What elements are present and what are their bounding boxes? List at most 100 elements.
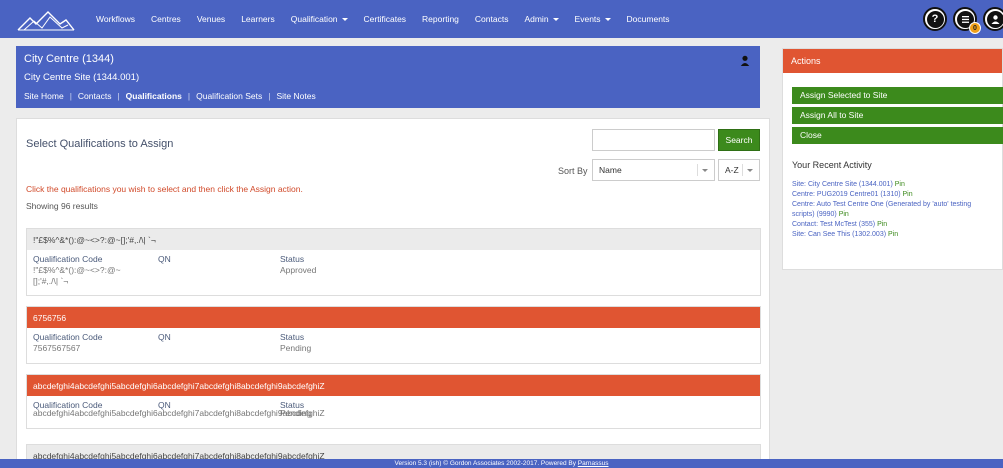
pin-link[interactable]: Pin xyxy=(839,211,849,218)
separator: | xyxy=(187,91,191,101)
sort-by-label: Sort By xyxy=(558,166,588,176)
actions-title: Actions xyxy=(783,49,1002,73)
code-value: 7567567567 xyxy=(33,343,81,353)
nav-label: Admin xyxy=(524,14,549,24)
sort-order-select[interactable]: A-Z xyxy=(718,159,760,181)
nav-label: Workflows xyxy=(96,14,136,24)
panel-title: Select Qualifications to Assign xyxy=(26,138,174,150)
caret-down-icon xyxy=(341,17,348,21)
pin-link[interactable]: Pin xyxy=(903,191,913,198)
link-qualification-sets[interactable]: Qualification Sets xyxy=(196,91,262,101)
pin-link[interactable]: Pin xyxy=(877,221,887,228)
list-lines-icon xyxy=(961,15,969,23)
help-icon[interactable]: ? xyxy=(923,7,947,31)
status-label: Status xyxy=(280,254,305,264)
qualification-name: !"£$%^&*():@~<>?:@~[];'#,./\| `¬ xyxy=(27,229,760,250)
recent-item-text: Contact: Test McTest (355) xyxy=(792,221,876,228)
separator: | xyxy=(69,91,72,101)
nav-label: Events xyxy=(574,14,601,24)
recent-item-text: Centre: PUG2019 Centre01 (1310) xyxy=(792,191,901,198)
qn-label: QN xyxy=(158,254,171,264)
footer-text: Version 5.3 (ish) © Gordon Associates 20… xyxy=(394,460,578,467)
recent-activity-list: Site: City Centre Site (1344.001) Pin Ce… xyxy=(792,180,1003,240)
nav-venues[interactable]: Venues xyxy=(197,14,225,24)
nav-label: Venues xyxy=(196,14,226,24)
nav-certificates[interactable]: Certificates xyxy=(364,14,407,24)
separator: | xyxy=(268,91,271,101)
qualification-name: 6756756 xyxy=(27,307,760,328)
instruction-text: Click the qualifications you wish to sel… xyxy=(26,184,303,194)
recent-item[interactable]: Centre: Auto Test Centre One (Generated … xyxy=(792,200,1003,210)
site-header-panel: City Centre (1344) City Centre Site (134… xyxy=(16,46,760,108)
footer-link[interactable]: Parnassus xyxy=(578,460,609,467)
code-label: Qualification Code xyxy=(33,332,103,342)
caret-down-icon xyxy=(604,17,611,21)
recent-item-text: Centre: Auto Test Centre One (Generated … xyxy=(792,201,972,208)
nav-label: Reporting xyxy=(422,14,459,24)
main-nav: Workflows Centres Venues Learners Qualif… xyxy=(96,0,686,38)
actions-panel: Actions Assign Selected to Site Assign A… xyxy=(782,48,1003,270)
status-label: Status xyxy=(280,332,305,342)
nav-admin[interactable]: Admin xyxy=(524,14,559,24)
pin-link[interactable]: Pin xyxy=(888,231,898,238)
qualification-card[interactable]: !"£$%^&*():@~<>?:@~[];'#,./\| `¬ Qualifi… xyxy=(26,228,761,296)
recent-item-text: Site: City Centre Site (1344.001) xyxy=(792,181,893,188)
user-profile-icon[interactable] xyxy=(983,7,1003,31)
code-value: !"£$%^&*():@~<>?:@~ [];'#,./\| `¬ xyxy=(33,265,121,286)
search-button[interactable]: Search xyxy=(718,129,760,151)
nav-documents[interactable]: Documents xyxy=(627,14,670,24)
recent-item[interactable]: Site: Can See This (1302.003) Pin xyxy=(792,230,1003,240)
nav-label: Certificates xyxy=(363,14,407,24)
qn-label: QN xyxy=(158,332,171,342)
footer: Version 5.3 (ish) © Gordon Associates 20… xyxy=(0,459,1003,468)
nav-centres[interactable]: Centres xyxy=(151,14,181,24)
search-input[interactable] xyxy=(592,129,715,151)
pin-link[interactable]: Pin xyxy=(895,181,905,188)
nav-learners[interactable]: Learners xyxy=(241,14,275,24)
recent-item-text: Site: Can See This (1302.003) xyxy=(792,231,887,238)
contact-person-icon[interactable] xyxy=(740,55,750,66)
caret-down-icon xyxy=(552,17,559,21)
status-value: Pending xyxy=(280,343,312,353)
nav-label: Contacts xyxy=(474,14,509,24)
select-divider xyxy=(742,164,743,176)
link-contacts[interactable]: Contacts xyxy=(78,91,112,101)
nav-qualification[interactable]: Qualification xyxy=(291,14,348,24)
link-site-notes[interactable]: Site Notes xyxy=(276,91,315,101)
top-navbar: Workflows Centres Venues Learners Qualif… xyxy=(0,0,1003,38)
recent-activity-title: Your Recent Activity xyxy=(792,160,872,170)
assign-selected-button[interactable]: Assign Selected to Site xyxy=(792,87,1003,104)
nav-label: Qualification xyxy=(290,14,338,24)
tasks-list-icon[interactable]: 0 xyxy=(953,7,981,34)
user-glyph xyxy=(986,10,1003,28)
sort-order-value: A-Z xyxy=(725,165,739,175)
qualification-card[interactable]: 6756756 Qualification Code QN Status 756… xyxy=(26,306,761,364)
recent-item[interactable]: scripts) (9990) Pin xyxy=(792,210,1003,220)
assign-all-button[interactable]: Assign All to Site xyxy=(792,107,1003,124)
separator: | xyxy=(117,91,120,101)
qualification-card[interactable]: abcdefghi4abcdefghi5abcdefghi6abcdefghi7… xyxy=(26,374,761,429)
close-button[interactable]: Close xyxy=(792,127,1003,144)
recent-item[interactable]: Contact: Test McTest (355) Pin xyxy=(792,220,1003,230)
nav-events[interactable]: Events xyxy=(575,14,611,24)
chevron-down-icon xyxy=(702,169,708,172)
recent-item-text: scripts) (9990) xyxy=(792,211,837,218)
recent-item[interactable]: Centre: PUG2019 Centre01 (1310) Pin xyxy=(792,190,1003,200)
sort-field-value: Name xyxy=(599,165,622,175)
nav-label: Learners xyxy=(241,14,275,24)
code-label: Qualification Code xyxy=(33,254,103,264)
site-subnav: Site Home | Contacts | Qualifications | … xyxy=(24,91,316,101)
nav-reporting[interactable]: Reporting xyxy=(422,14,459,24)
code-value: abcdefghi4abcdefghi5abcdefghi6abcdefghi7… xyxy=(33,408,325,418)
select-divider xyxy=(697,164,698,176)
nav-contacts[interactable]: Contacts xyxy=(475,14,509,24)
nav-label: Centres xyxy=(151,14,181,24)
recent-item[interactable]: Site: City Centre Site (1344.001) Pin xyxy=(792,180,1003,190)
chevron-down-icon xyxy=(747,169,753,172)
sort-field-select[interactable]: Name xyxy=(592,159,715,181)
results-count: Showing 96 results xyxy=(26,201,98,211)
logo-icon[interactable] xyxy=(16,8,76,32)
link-site-home[interactable]: Site Home xyxy=(24,91,64,101)
nav-workflows[interactable]: Workflows xyxy=(96,14,135,24)
link-qualifications[interactable]: Qualifications xyxy=(126,91,182,101)
